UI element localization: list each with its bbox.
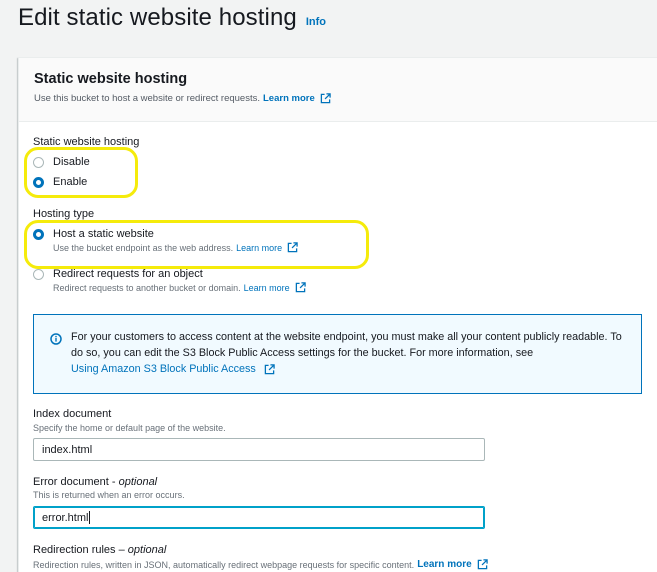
info-circle-icon bbox=[50, 332, 62, 345]
radio-redirect-control[interactable] bbox=[33, 268, 44, 280]
error-document-label: Error document - optional bbox=[33, 476, 157, 488]
error-document-optional: optional bbox=[118, 476, 158, 488]
external-link-icon[interactable] bbox=[295, 282, 306, 293]
external-link-icon[interactable] bbox=[264, 363, 275, 375]
error-document-value[interactable]: error.html bbox=[42, 512, 88, 524]
panel-description: Use this bucket to host a website or red… bbox=[34, 93, 331, 104]
alert-text: For your customers to access content at … bbox=[71, 331, 622, 359]
index-document-description: Specify the home or default page of the … bbox=[33, 423, 226, 433]
page-title: Edit static website hosting bbox=[18, 4, 297, 31]
info-link[interactable]: Info bbox=[306, 16, 326, 28]
error-document-label-text: Error document - bbox=[33, 476, 119, 488]
block-public-access-alert: For your customers to access content at … bbox=[33, 314, 642, 394]
radio-redirect-description: Redirect requests to another bucket or d… bbox=[53, 282, 306, 293]
error-document-description: This is returned when an error occurs. bbox=[33, 490, 185, 500]
block-public-access-link[interactable]: Using Amazon S3 Block Public Access bbox=[71, 363, 256, 375]
panel-learn-more-link[interactable]: Learn more bbox=[263, 93, 315, 104]
panel-title: Static website hosting bbox=[34, 71, 188, 87]
redirection-rules-label: Redirection rules – optional bbox=[33, 544, 166, 556]
text-caret bbox=[89, 511, 91, 524]
highlight-annotation-enable bbox=[24, 147, 138, 198]
page-header: Edit static website hosting Info bbox=[18, 4, 326, 32]
panel-header: Static website hosting Use this bucket t… bbox=[19, 58, 657, 122]
index-document-input[interactable]: index.html bbox=[33, 438, 485, 461]
redirection-rules-description: Redirection rules, written in JSON, auto… bbox=[33, 559, 488, 570]
index-document-label: Index document bbox=[33, 408, 112, 420]
radio-redirect-requests[interactable]: Redirect requests for an object Redirect… bbox=[33, 268, 306, 293]
external-link-icon[interactable] bbox=[320, 93, 331, 104]
radio-redirect-desc-text: Redirect requests to another bucket or d… bbox=[53, 282, 241, 293]
highlight-annotation-host-static bbox=[24, 220, 369, 269]
redirection-rules-optional: optional bbox=[127, 544, 167, 556]
hosting-type-label: Hosting type bbox=[33, 208, 95, 220]
redirection-rules-learn-more-link[interactable]: Learn more bbox=[417, 559, 471, 570]
panel-description-text: Use this bucket to host a website or red… bbox=[34, 93, 260, 104]
redirection-rules-label-text: Redirection rules – bbox=[33, 544, 128, 556]
redirect-learn-more-link[interactable]: Learn more bbox=[244, 283, 290, 293]
alert-message: For your customers to access content at … bbox=[71, 329, 631, 377]
index-document-value[interactable]: index.html bbox=[42, 444, 92, 456]
error-document-input[interactable]: error.html bbox=[33, 506, 485, 529]
radio-redirect-label[interactable]: Redirect requests for an object bbox=[53, 268, 203, 280]
external-link-icon[interactable] bbox=[477, 559, 488, 570]
redirection-rules-desc-text: Redirection rules, written in JSON, auto… bbox=[33, 559, 415, 570]
